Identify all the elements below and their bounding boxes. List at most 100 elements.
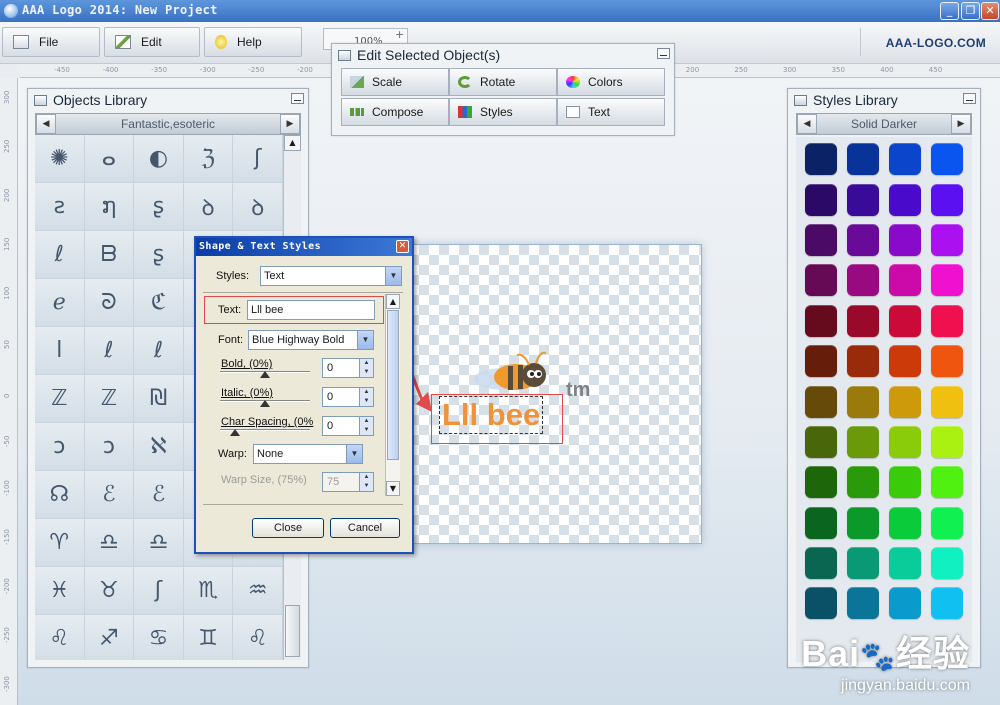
style-swatch[interactable]: [805, 304, 837, 337]
library-object-item[interactable]: ♉: [84, 567, 135, 615]
style-swatch[interactable]: [931, 264, 963, 297]
scroll-down-icon[interactable]: ▼: [386, 481, 400, 496]
style-swatch[interactable]: [931, 587, 963, 620]
library-object-item[interactable]: ⅼ: [35, 327, 85, 375]
close-window-button[interactable]: ✕: [981, 2, 999, 20]
style-swatch[interactable]: [847, 425, 879, 458]
style-swatch[interactable]: [889, 385, 921, 418]
style-swatch[interactable]: [805, 183, 837, 216]
style-swatch[interactable]: [805, 466, 837, 499]
style-swatch[interactable]: [805, 143, 837, 176]
chevron-down-icon[interactable]: ▼: [357, 331, 373, 349]
library-object-item[interactable]: ℰ: [84, 471, 135, 519]
style-swatch[interactable]: [847, 183, 879, 216]
style-swatch[interactable]: [805, 587, 837, 620]
style-swatch[interactable]: [931, 425, 963, 458]
spinner-arrows-icon[interactable]: ▲ ▼: [359, 417, 373, 435]
bold-spinner[interactable]: 0 ▲ ▼: [322, 358, 374, 378]
italic-slider[interactable]: [220, 400, 310, 407]
style-swatch[interactable]: [847, 547, 879, 580]
style-swatch[interactable]: [931, 183, 963, 216]
style-swatch[interactable]: [847, 223, 879, 256]
style-swatch[interactable]: [847, 466, 879, 499]
style-swatch[interactable]: [889, 223, 921, 256]
char-spacing-spinner[interactable]: 0 ▲ ▼: [322, 416, 374, 436]
styles-library-minimize-button[interactable]: [963, 93, 976, 104]
logo-text[interactable]: Lll bee: [439, 396, 544, 434]
library-object-item[interactable]: ♊: [183, 615, 234, 660]
style-swatch[interactable]: [889, 143, 921, 176]
library-object-item[interactable]: ℤ: [35, 375, 85, 423]
style-swatch[interactable]: [805, 345, 837, 378]
style-swatch[interactable]: [931, 506, 963, 539]
library-object-item[interactable]: ♎: [134, 519, 184, 567]
library-object-item[interactable]: ℨ: [183, 135, 234, 183]
library-object-item[interactable]: ♏: [183, 567, 234, 615]
spinner-arrows-icon[interactable]: ▲ ▼: [359, 359, 373, 377]
library-object-item[interactable]: ʂ: [134, 183, 184, 231]
close-button[interactable]: Close: [252, 518, 324, 538]
brand-link[interactable]: AAA-LOGO.COM: [886, 36, 986, 50]
library-object-item[interactable]: ℵ: [134, 423, 184, 471]
text-input[interactable]: Lll bee: [247, 300, 375, 320]
style-swatch[interactable]: [847, 264, 879, 297]
font-dropdown[interactable]: Blue Highway Bold ▼: [248, 330, 374, 350]
bold-slider[interactable]: [220, 371, 310, 378]
bold-slider-knob[interactable]: [260, 371, 270, 378]
style-swatch[interactable]: [889, 547, 921, 580]
compose-button[interactable]: Compose: [341, 98, 449, 126]
library-object-item[interactable]: ʃ: [134, 567, 184, 615]
rotate-button[interactable]: Rotate: [449, 68, 557, 96]
prev-category-icon[interactable]: ◀: [36, 114, 56, 134]
file-button[interactable]: File: [2, 27, 100, 57]
scroll-up-icon[interactable]: ▲: [284, 135, 301, 151]
library-object-item[interactable]: ℤ: [84, 375, 135, 423]
next-category-icon[interactable]: ▶: [280, 114, 300, 134]
bee-logo-graphic[interactable]: [474, 345, 554, 390]
library-object-item[interactable]: ℯ: [35, 279, 85, 327]
style-swatch[interactable]: [847, 345, 879, 378]
objects-library-minimize-button[interactable]: [291, 93, 304, 104]
library-object-item[interactable]: ꝺ: [233, 183, 283, 231]
dialog-scroll-thumb[interactable]: [387, 310, 399, 460]
spinner-arrows-icon[interactable]: ▲ ▼: [359, 388, 373, 406]
style-swatch[interactable]: [931, 345, 963, 378]
style-swatch[interactable]: [931, 143, 963, 176]
library-object-item[interactable]: ꝺ: [183, 183, 234, 231]
library-object-item[interactable]: ♎: [84, 519, 135, 567]
library-object-item[interactable]: ℓ: [35, 231, 85, 279]
style-swatch[interactable]: [931, 385, 963, 418]
style-swatch[interactable]: [889, 183, 921, 216]
next-style-icon[interactable]: ▶: [951, 114, 971, 134]
library-object-item[interactable]: ʂ: [134, 231, 184, 279]
objects-scroll-thumb[interactable]: [285, 605, 300, 657]
library-object-item[interactable]: ໗: [84, 183, 135, 231]
style-swatch[interactable]: [805, 425, 837, 458]
styles-dropdown[interactable]: Text ▼: [260, 266, 402, 286]
library-object-item[interactable]: ◐: [134, 135, 184, 183]
style-swatch[interactable]: [847, 506, 879, 539]
style-swatch[interactable]: [847, 143, 879, 176]
library-object-item[interactable]: ♐: [84, 615, 135, 660]
style-swatch[interactable]: [889, 587, 921, 620]
style-swatch[interactable]: [889, 425, 921, 458]
library-object-item[interactable]: ⴰ: [84, 135, 135, 183]
library-object-item[interactable]: ꙅ: [35, 183, 85, 231]
style-swatch[interactable]: [847, 587, 879, 620]
dialog-close-icon[interactable]: ✕: [396, 240, 409, 253]
library-object-item[interactable]: ℭ: [134, 279, 184, 327]
chevron-down-icon[interactable]: ▼: [385, 267, 401, 285]
library-object-item[interactable]: ₪: [134, 375, 184, 423]
library-object-item[interactable]: ℰ: [134, 471, 184, 519]
style-swatch[interactable]: [931, 223, 963, 256]
library-object-item[interactable]: ʃ: [233, 135, 283, 183]
scale-button[interactable]: Scale: [341, 68, 449, 96]
style-swatch[interactable]: [889, 304, 921, 337]
design-canvas[interactable]: tm Lll bee: [408, 244, 702, 544]
style-swatch[interactable]: [931, 304, 963, 337]
edit-button[interactable]: Edit: [104, 27, 200, 57]
italic-spinner[interactable]: 0 ▲ ▼: [322, 387, 374, 407]
style-swatch[interactable]: [805, 547, 837, 580]
library-object-item[interactable]: ✺: [35, 135, 85, 183]
library-object-item[interactable]: ♈: [35, 519, 85, 567]
